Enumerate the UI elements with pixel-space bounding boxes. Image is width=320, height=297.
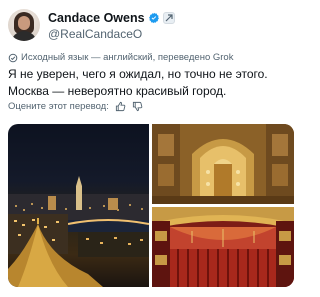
photo-moscow-night[interactable]: [8, 124, 149, 287]
rate-prompt: Оцените этот перевод:: [8, 101, 109, 112]
translation-note[interactable]: Исходный язык — английский, переведено G…: [21, 52, 233, 63]
tweet-line: Я не уверен, чего я ожидал, но точно не …: [8, 67, 268, 81]
verified-icon: [148, 12, 159, 24]
author-name[interactable]: Candace Owens: [48, 11, 145, 25]
tweet-header: Candace Owens @RealCandaceO: [8, 9, 292, 43]
translate-icon: [8, 53, 18, 62]
thumbs-up-icon[interactable]: [115, 101, 126, 112]
translation-note-row: Исходный язык — английский, переведено G…: [8, 52, 233, 63]
rate-translation-row: Оцените этот перевод:: [8, 101, 143, 112]
grok-badge-icon: [162, 12, 175, 24]
author-handle[interactable]: @RealCandaceO: [48, 27, 142, 41]
photo-theatre-stage[interactable]: [152, 207, 294, 287]
tweet-text: Я не уверен, чего я ожидал, но точно не …: [8, 66, 294, 100]
tweet-line: Москва — невероятно красивый город.: [8, 84, 227, 98]
media-grid: [8, 124, 294, 287]
avatar[interactable]: [8, 9, 40, 41]
photo-cathedral-interior[interactable]: [152, 124, 294, 204]
thumbs-down-icon[interactable]: [132, 101, 143, 112]
author-name-row: Candace Owens: [48, 10, 175, 26]
